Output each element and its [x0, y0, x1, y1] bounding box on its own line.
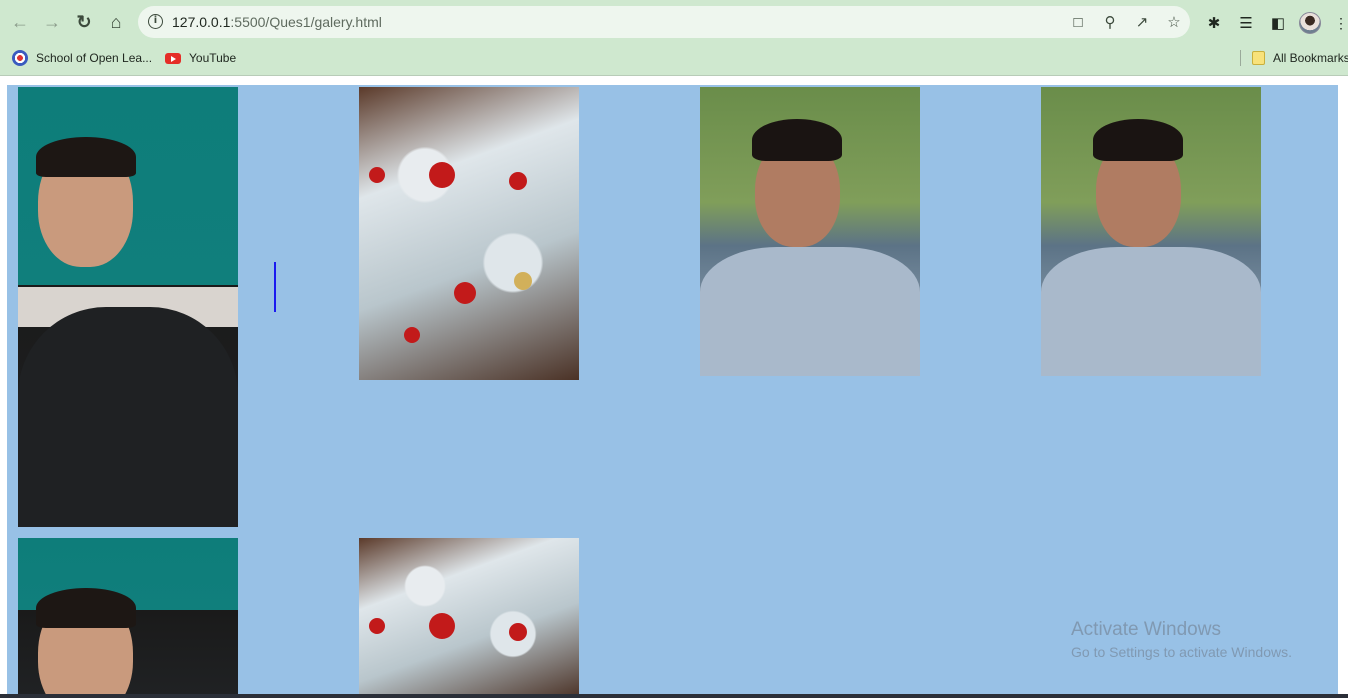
all-bookmarks-label: All Bookmarks	[1273, 51, 1348, 65]
folder-icon	[1252, 51, 1265, 65]
taskbar-edge	[0, 694, 1348, 698]
site-info-icon[interactable]: i	[148, 14, 163, 29]
portrait-shirt	[700, 247, 920, 376]
share-icon[interactable]: ↗	[1132, 12, 1152, 32]
school-favicon-icon	[12, 50, 28, 66]
portrait-shirt	[18, 307, 238, 527]
ornament	[429, 162, 455, 188]
extensions-icon[interactable]: ✱	[1204, 13, 1224, 33]
ornament	[454, 282, 476, 304]
activate-windows-watermark: Activate Windows Go to Settings to activ…	[1071, 619, 1292, 660]
side-panel-icon[interactable]: ◧	[1268, 13, 1288, 33]
reload-icon[interactable]: ↻	[72, 10, 96, 34]
bookmark-youtube-label: YouTube	[189, 51, 237, 65]
portrait-hair	[752, 119, 842, 161]
home-icon[interactable]: ⌂	[104, 10, 128, 34]
gallery-photo-portrait-leaves	[700, 87, 920, 376]
bookmarks-divider	[1240, 50, 1241, 66]
portrait-hair	[1093, 119, 1183, 161]
gallery-photo-portrait	[18, 538, 238, 698]
media-controls-icon[interactable]: ☰	[1236, 13, 1256, 33]
bookmark-school[interactable]: School of Open Lea...	[12, 49, 152, 67]
text-cursor	[274, 262, 276, 312]
ornament	[509, 623, 527, 641]
youtube-favicon-icon	[165, 52, 181, 64]
gallery-photo-tree	[359, 538, 579, 698]
zoom-icon[interactable]: ⚲	[1100, 12, 1120, 32]
gallery-photo-portrait	[18, 87, 238, 527]
address-bar[interactable]: i 127.0.0.1:5500/Ques1/galery.html □ ⚲ ↗…	[138, 6, 1190, 38]
gallery-container: Activate Windows Go to Settings to activ…	[7, 85, 1338, 698]
menu-kebab-icon[interactable]: ⋮	[1331, 13, 1348, 33]
watermark-subtitle: Go to Settings to activate Windows.	[1071, 644, 1292, 660]
ornament	[514, 272, 532, 290]
portrait-hair	[36, 588, 136, 628]
gallery-photo-portrait-leaves	[1041, 87, 1261, 376]
forward-arrow-icon[interactable]: →	[40, 10, 64, 34]
bookmarks-bar: School of Open Lea... YouTube All Bookma…	[0, 44, 1348, 72]
browser-toolbar: ← → ↻ ⌂ i 127.0.0.1:5500/Ques1/galery.ht…	[0, 3, 1348, 41]
ornament	[429, 613, 455, 639]
portrait-hair	[36, 137, 136, 177]
page-viewport: Activate Windows Go to Settings to activ…	[0, 76, 1348, 698]
ornament	[404, 327, 420, 343]
address-url[interactable]: 127.0.0.1:5500/Ques1/galery.html	[172, 14, 382, 30]
ornament	[509, 172, 527, 190]
watermark-title: Activate Windows	[1071, 619, 1221, 640]
url-host: 127.0.0.1	[172, 14, 231, 30]
back-arrow-icon[interactable]: ←	[8, 10, 32, 34]
url-path: :5500/Ques1/galery.html	[230, 14, 382, 30]
all-bookmarks[interactable]: All Bookmarks	[1252, 49, 1348, 67]
profile-avatar[interactable]	[1299, 12, 1321, 34]
portrait-shirt	[1041, 247, 1261, 376]
bookmark-star-icon[interactable]: ☆	[1164, 12, 1184, 32]
bookmark-school-label: School of Open Lea...	[36, 51, 153, 65]
translate-icon[interactable]: □	[1068, 12, 1088, 32]
ornament	[369, 618, 385, 634]
bookmark-youtube[interactable]: YouTube	[165, 49, 236, 67]
gallery-photo-tree	[359, 87, 579, 380]
browser-chrome: ← → ↻ ⌂ i 127.0.0.1:5500/Ques1/galery.ht…	[0, 0, 1348, 76]
ornament	[369, 167, 385, 183]
